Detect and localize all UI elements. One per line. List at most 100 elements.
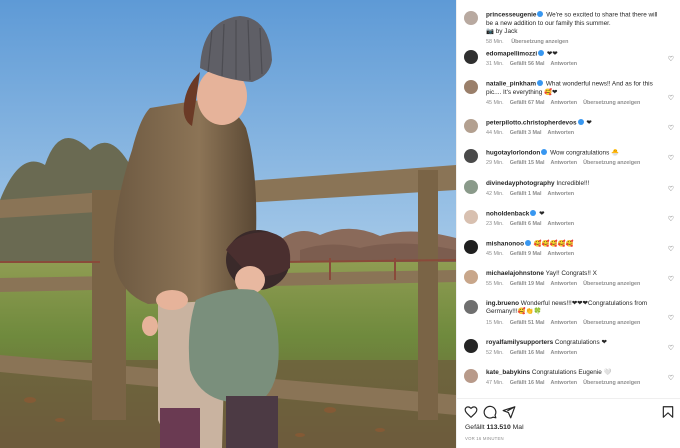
reply-button[interactable]: Antworten	[550, 100, 577, 106]
small-heart-icon[interactable]: ♡	[668, 246, 674, 254]
comment-text: mishanonoo 🥰🥰🥰🥰🥰	[486, 240, 664, 249]
translate-link[interactable]: Übersetzung anzeigen	[511, 39, 568, 45]
comment-time: 52 Min.	[486, 350, 504, 356]
comments-list[interactable]: princesseugenie We're so excited to shar…	[457, 0, 680, 398]
translate-link[interactable]: Übersetzung anzeigen	[583, 100, 640, 106]
comment-username[interactable]: noholdenback	[486, 211, 529, 218]
translate-link[interactable]: Übersetzung anzeigen	[583, 281, 640, 287]
comment-meta: 45 Min. Gefällt 67 Mal Antworten Übersetzun…	[486, 100, 646, 106]
comment-likes[interactable]: Gefällt 9 Mal	[510, 251, 542, 257]
likes-count[interactable]: Gefällt 113.510 Mal	[465, 424, 524, 431]
reply-button[interactable]: Antworten	[547, 130, 574, 136]
comment-likes[interactable]: Gefällt 56 Mal	[510, 61, 545, 67]
comment-time: 31 Min.	[486, 61, 504, 67]
comment-time: 45 Min.	[486, 100, 504, 106]
comment-likes[interactable]: Gefällt 15 Mal	[510, 160, 545, 166]
caption-credit: 📷 by Jack	[486, 28, 518, 36]
avatar[interactable]	[464, 180, 478, 194]
comment-username[interactable]: edomapellimozzi	[486, 51, 537, 58]
share-icon[interactable]	[502, 405, 516, 419]
comment-meta: 52 Min. Gefällt 16 Mal Antworten	[486, 350, 583, 356]
small-heart-icon[interactable]: ♡	[668, 375, 674, 383]
reply-button[interactable]: Antworten	[550, 160, 577, 166]
small-heart-icon[interactable]: ♡	[668, 276, 674, 284]
comment-username[interactable]: mishanonoo	[486, 241, 524, 248]
verified-badge-icon	[525, 240, 531, 246]
small-heart-icon[interactable]: ♡	[668, 345, 674, 353]
avatar[interactable]	[464, 210, 478, 224]
avatar[interactable]	[464, 300, 478, 314]
reply-button[interactable]: Antworten	[547, 191, 574, 197]
comment-username[interactable]: natalie_pinkham	[486, 81, 536, 88]
comment-username[interactable]: peterpilotto.christopherdevos	[486, 120, 577, 127]
small-heart-icon[interactable]: ♡	[668, 315, 674, 323]
translate-link[interactable]: Übersetzung anzeigen	[583, 320, 640, 326]
comment-username[interactable]: royalfamilysupporters	[486, 339, 553, 346]
small-heart-icon[interactable]: ♡	[668, 155, 674, 163]
comment-time: 29 Min.	[486, 160, 504, 166]
translate-link[interactable]: Übersetzung anzeigen	[583, 160, 640, 166]
comment-likes[interactable]: Gefällt 6 Mal	[510, 221, 542, 227]
avatar[interactable]	[464, 11, 478, 25]
comment-text: ing.brueno Wonderful news!!!❤❤❤Congratul…	[486, 300, 664, 317]
avatar[interactable]	[464, 119, 478, 133]
comment-text: hugotaylorlondon Wow congratulations 🐣	[486, 149, 664, 158]
verified-badge-icon	[541, 149, 548, 155]
verified-badge-icon	[537, 11, 544, 17]
reply-button[interactable]: Antworten	[547, 251, 574, 257]
comment-time: 15 Min.	[486, 320, 504, 326]
verified-badge-icon	[530, 210, 537, 216]
comment-meta: 31 Min. Gefällt 56 Mal Antworten	[486, 61, 583, 67]
reply-button[interactable]: Antworten	[550, 380, 577, 386]
post-timestamp[interactable]: VOR 16 MINUTEN	[465, 436, 504, 441]
comment-username[interactable]: hugotaylorlondon	[486, 150, 540, 157]
comment-time: 45 Min.	[486, 251, 504, 257]
comment-likes[interactable]: Gefällt 67 Mal	[510, 100, 545, 106]
comment-text: natalie_pinkham What wonderful news!! An…	[486, 80, 664, 97]
avatar[interactable]	[464, 80, 478, 94]
avatar[interactable]	[464, 339, 478, 353]
comment-text: royalfamilysupporters Congratulations ❤	[486, 339, 664, 347]
small-heart-icon[interactable]: ♡	[668, 125, 674, 133]
comment-likes[interactable]: Gefällt 3 Mal	[510, 130, 542, 136]
avatar[interactable]	[464, 50, 478, 64]
comment-time: 47 Min.	[486, 380, 504, 386]
comment-time: 23 Min.	[486, 221, 504, 227]
verified-badge-icon	[538, 50, 545, 56]
comment-username[interactable]: kate_babykins	[486, 369, 530, 376]
avatar[interactable]	[464, 240, 478, 254]
comment-likes[interactable]: Gefällt 19 Mal	[510, 281, 545, 287]
author-username[interactable]: princesseugenie	[486, 12, 536, 19]
comment-body: ❤	[586, 119, 592, 127]
comment-body: ❤❤	[546, 50, 558, 58]
comment-icon[interactable]	[483, 405, 497, 419]
comment-meta: 42 Min. Gefällt 1 Mal Antworten	[486, 191, 580, 197]
comment-meta: 23 Min. Gefällt 6 Mal Antworten	[486, 221, 580, 227]
small-heart-icon[interactable]: ♡	[668, 186, 674, 194]
verified-badge-icon	[577, 119, 584, 125]
reply-button[interactable]: Antworten	[550, 320, 577, 326]
comment-likes[interactable]: Gefällt 16 Mal	[510, 350, 545, 356]
comment-body: 🥰🥰🥰🥰🥰	[533, 240, 574, 248]
small-heart-icon[interactable]: ♡	[668, 216, 674, 224]
post-photo[interactable]	[0, 0, 456, 448]
comment-likes[interactable]: Gefällt 16 Mal	[510, 380, 545, 386]
avatar[interactable]	[464, 369, 478, 383]
comment-likes[interactable]: Gefällt 51 Mal	[510, 320, 545, 326]
comment-username[interactable]: michaelajohnstone	[486, 270, 544, 277]
comment-username[interactable]: ing.brueno	[486, 300, 519, 307]
translate-link[interactable]: Übersetzung anzeigen	[583, 380, 640, 386]
comment-text: peterpilotto.christopherdevos ❤	[486, 119, 664, 128]
reply-button[interactable]: Antworten	[547, 221, 574, 227]
small-heart-icon[interactable]: ♡	[668, 95, 674, 103]
reply-button[interactable]: Antworten	[550, 281, 577, 287]
small-heart-icon[interactable]: ♡	[668, 56, 674, 64]
avatar[interactable]	[464, 149, 478, 163]
reply-button[interactable]: Antworten	[550, 350, 577, 356]
comment-username[interactable]: divinedayphotography	[486, 180, 555, 187]
bookmark-icon[interactable]	[661, 405, 675, 419]
comment-likes[interactable]: Gefällt 1 Mal	[510, 191, 542, 197]
avatar[interactable]	[464, 270, 478, 284]
reply-button[interactable]: Antworten	[550, 61, 577, 67]
heart-icon[interactable]	[464, 405, 478, 419]
